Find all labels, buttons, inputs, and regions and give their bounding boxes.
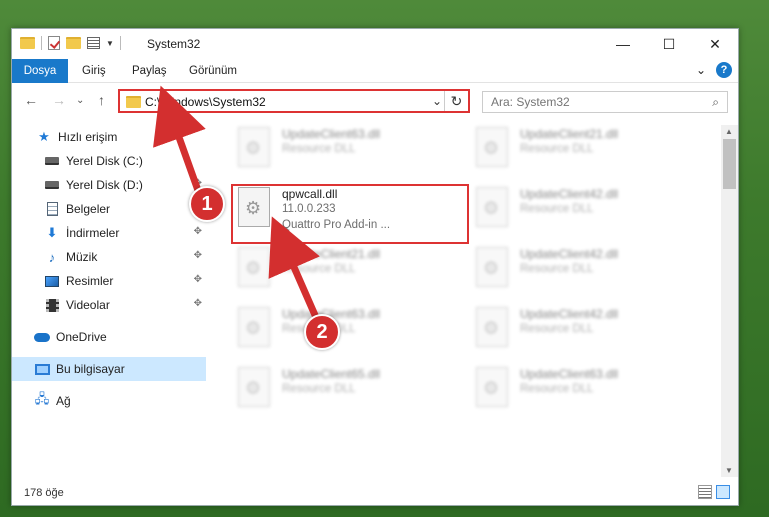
arrow-to-address-bar [153, 85, 206, 200]
annotation-arrows [153, 85, 322, 326]
step-badge-2: 2 [304, 314, 340, 350]
arrow-to-file [268, 216, 322, 326]
step-badge-1: 1 [189, 186, 225, 222]
